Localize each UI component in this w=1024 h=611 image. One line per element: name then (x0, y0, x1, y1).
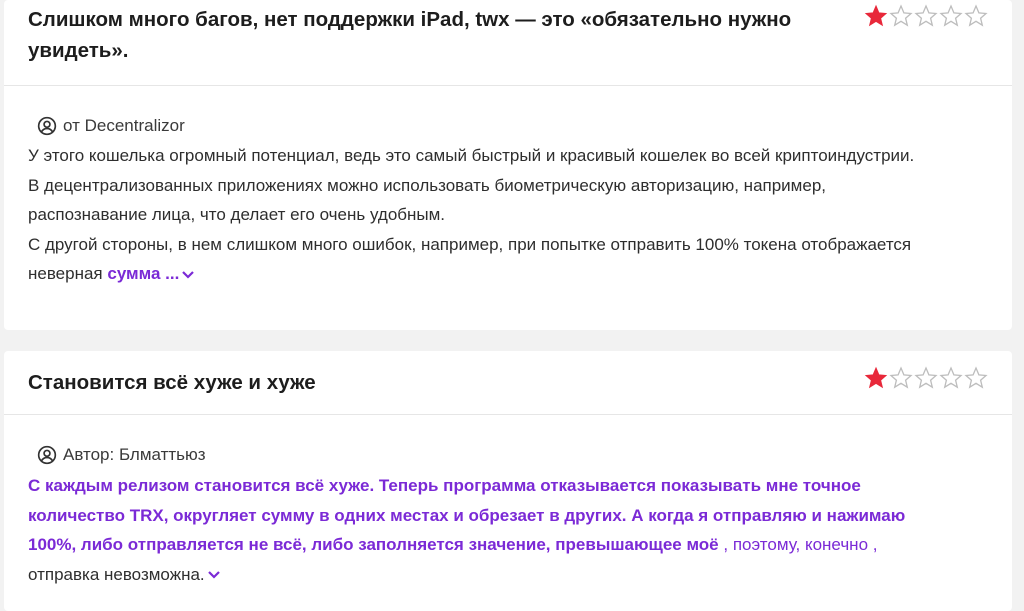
review-title: Слишком много багов, нет поддержки iPad,… (28, 8, 792, 62)
review-author: Автор: Блматтьюз (37, 445, 206, 465)
review-title: Становится всё хуже и хуже (28, 371, 316, 394)
star-icon (939, 366, 963, 389)
review-card: Становится всё хуже и хуже Автор: Блматт… (4, 351, 1012, 611)
chevron-down-icon[interactable] (207, 570, 221, 580)
star-icon (914, 4, 938, 27)
review-body: У этого кошелька огромный потенциал, вед… (28, 141, 928, 289)
author-name: от Decentralizor (63, 116, 185, 135)
star-icon (914, 366, 938, 389)
user-circle-icon (37, 116, 57, 136)
review-paragraph: У этого кошелька огромный потенциал, вед… (28, 146, 915, 224)
star-rating (864, 4, 988, 28)
star-icon (964, 366, 988, 389)
review-text: отправка невозможна. (28, 564, 205, 584)
review-author: от Decentralizor (37, 116, 185, 136)
star-rating (864, 366, 988, 390)
star-icon (964, 4, 988, 27)
read-more-label: сумма (107, 264, 161, 283)
ellipsis: ... (160, 264, 180, 283)
star-icon (939, 4, 963, 27)
star-icon (889, 4, 913, 27)
read-more-link[interactable]: сумма ... (107, 264, 195, 283)
author-name: Автор: Блматтьюз (63, 445, 206, 464)
user-circle-icon (37, 445, 57, 465)
star-icon (864, 366, 888, 389)
review-card: Слишком много багов, нет поддержки iPad,… (4, 0, 1012, 330)
review-body: С каждым релизом становится всё хуже. Те… (28, 471, 928, 589)
review-header: Слишком много багов, нет поддержки iPad,… (4, 0, 1012, 86)
review-text-purple: , поэтому, конечно , (718, 535, 878, 554)
review-paragraph: С другой стороны, в нем слишком много ош… (28, 230, 928, 289)
review-header: Становится всё хуже и хуже (4, 351, 1012, 415)
review-paragraph: С каждым релизом становится всё хуже. Те… (28, 471, 928, 589)
star-icon (864, 4, 888, 27)
chevron-down-icon[interactable] (181, 270, 195, 280)
star-icon (889, 366, 913, 389)
